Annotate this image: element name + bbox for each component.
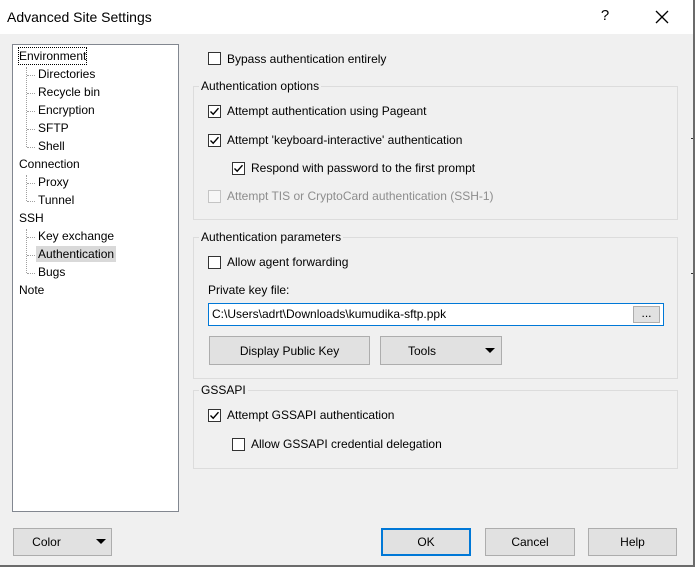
help-button[interactable]: Help [588,528,677,556]
respond-password-checkbox[interactable] [232,162,245,175]
agent-forwarding-checkbox[interactable] [208,256,221,269]
gssapi-attempt-label[interactable]: Attempt GSSAPI authentication [227,408,394,422]
settings-tree[interactable]: Environment Directories Recycle bin Encr… [12,44,179,512]
help-label: Help [620,535,645,549]
tree-connector [26,175,27,201]
private-key-label: Private key file: [208,283,290,297]
tree-item-authentication[interactable]: Authentication [36,246,117,262]
tree-item-sftp[interactable]: SFTP [38,120,69,136]
color-dropdown-button[interactable]: Color [13,528,112,556]
gssapi-delegation-label[interactable]: Allow GSSAPI credential delegation [251,437,442,451]
chevron-down-icon [485,348,495,353]
browse-button[interactable]: ... [633,306,660,323]
tis-checkbox [208,190,221,203]
tree-item-directories[interactable]: Directories [38,66,95,82]
tree-item-connection[interactable]: Connection [19,156,80,172]
tree-item-encryption[interactable]: Encryption [38,102,95,118]
agent-forwarding-label[interactable]: Allow agent forwarding [227,255,348,269]
tools-dropdown-button[interactable]: Tools [380,336,502,365]
tree-item-ssh[interactable]: SSH [19,210,44,226]
display-public-key-button[interactable]: Display Public Key [209,336,370,365]
gssapi-group [193,390,678,469]
tree-item-shell[interactable]: Shell [38,138,65,154]
gssapi-title: GSSAPI [199,383,248,397]
pageant-label[interactable]: Attempt authentication using Pageant [227,104,426,118]
auth-options-title: Authentication options [199,79,322,93]
window-title: Advanced Site Settings [7,9,152,25]
cancel-button[interactable]: Cancel [485,528,575,556]
private-key-value[interactable]: C:\Users\adrt\Downloads\kumudika-sftp.pp… [212,307,446,321]
tools-label: Tools [407,343,436,358]
tree-item-bugs[interactable]: Bugs [38,264,65,280]
tree-item-key-exchange[interactable]: Key exchange [38,228,114,244]
keyboard-interactive-checkbox[interactable] [208,134,221,147]
tree-connector [26,229,27,273]
tis-label: Attempt TIS or CryptoCard authentication… [227,189,494,203]
help-icon[interactable]: ? [596,7,614,27]
bypass-checkbox[interactable] [208,52,221,65]
auth-params-title: Authentication parameters [199,230,344,244]
chevron-down-icon [96,539,106,544]
display-public-key-label: Display Public Key [239,343,340,358]
tree-item-proxy[interactable]: Proxy [38,174,69,190]
private-key-input[interactable]: C:\Users\adrt\Downloads\kumudika-sftp.pp… [208,303,664,326]
tree-item-recycle-bin[interactable]: Recycle bin [38,84,100,100]
gssapi-delegation-checkbox[interactable] [232,438,245,451]
tree-item-environment[interactable]: Environment [17,47,88,65]
color-label: Color [32,535,61,549]
close-icon[interactable] [648,4,676,30]
ok-button[interactable]: OK [381,528,471,556]
cancel-label: Cancel [511,535,549,549]
keyboard-interactive-label[interactable]: Attempt 'keyboard-interactive' authentic… [227,133,462,147]
tree-item-tunnel[interactable]: Tunnel [38,192,74,208]
tree-item-note[interactable]: Note [19,282,44,298]
ok-label: OK [417,535,435,549]
tree-connector [26,67,27,147]
bypass-label[interactable]: Bypass authentication entirely [227,52,386,66]
respond-password-label[interactable]: Respond with password to the first promp… [251,161,475,175]
pageant-checkbox[interactable] [208,105,221,118]
gssapi-attempt-checkbox[interactable] [208,409,221,422]
